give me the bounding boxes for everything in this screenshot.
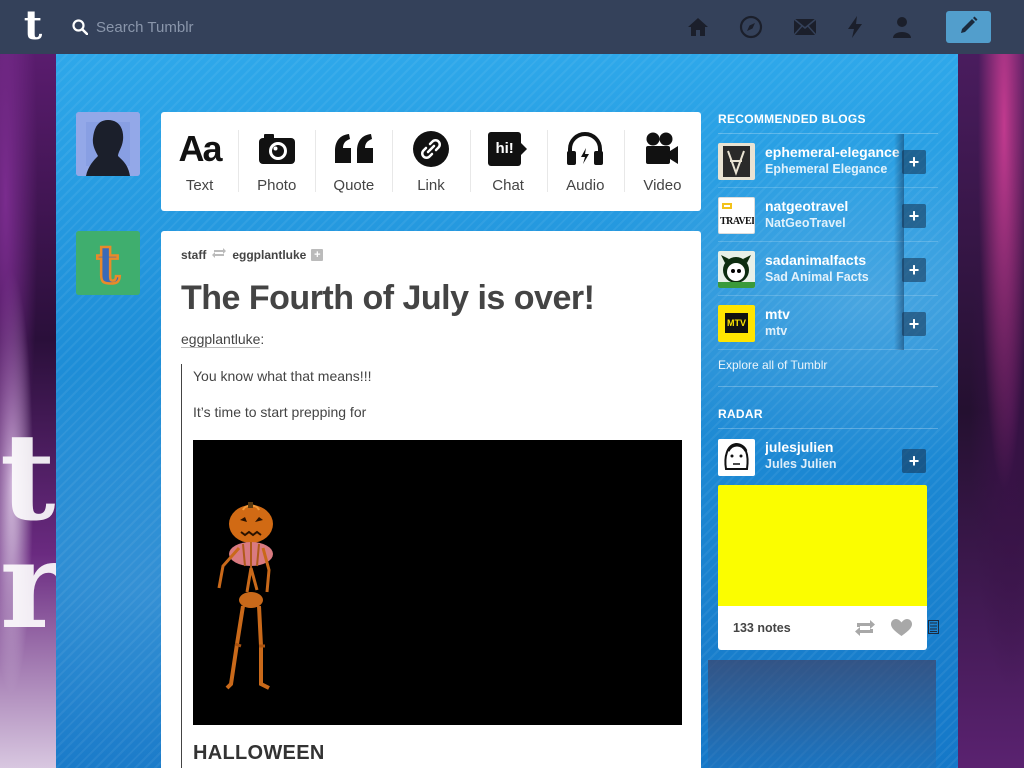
recommended-blog-item[interactable]: TRAVEL natgeotravel NatGeoTravel + [718, 188, 938, 242]
blog-name[interactable]: mtv [765, 306, 901, 322]
home-icon[interactable] [686, 15, 710, 39]
reblog-small-icon [211, 247, 227, 262]
svg-text:t: t [96, 235, 120, 295]
dancing-skeleton-gif[interactable] [193, 440, 682, 725]
quote-line: It’s time to start prepping for [193, 404, 367, 420]
post-type-label: Chat [492, 177, 524, 194]
post-type-photo[interactable]: Photo [238, 112, 315, 211]
headphones-icon [566, 130, 604, 168]
post-type-link[interactable]: Link [392, 112, 469, 211]
post-type-chat[interactable]: hi! Chat [469, 112, 547, 211]
blog-avatar[interactable]: TRAVEL [718, 197, 755, 234]
post-type-label: Text [185, 177, 214, 194]
blog-title: NatGeoTravel [765, 216, 846, 230]
user-avatar[interactable] [76, 112, 140, 176]
blog-avatar[interactable] [718, 251, 755, 288]
chat-icon: hi! [488, 130, 528, 168]
pencil-icon [959, 15, 979, 40]
blog-title: Sad Animal Facts [765, 270, 869, 284]
explore-all-link[interactable]: Explore all of Tumblr [718, 350, 938, 387]
post-header: staff eggplantluke + [181, 247, 324, 262]
blog-name[interactable]: ephemeral-elegance [765, 144, 901, 160]
post-source: eggplantluke: [181, 331, 265, 348]
blog-title: mtv [765, 324, 788, 338]
reblog-icon[interactable] [854, 619, 876, 642]
blog-avatar[interactable] [718, 143, 755, 180]
follow-button[interactable]: + [902, 312, 926, 336]
follow-plus-icon[interactable]: + [311, 248, 324, 261]
link-icon [412, 130, 449, 168]
blog-name[interactable]: sadanimalfacts [765, 252, 901, 268]
radar-post-image[interactable] [718, 485, 927, 606]
heart-like-icon[interactable] [891, 619, 912, 642]
search-box [66, 12, 326, 42]
post-type-label: Link [417, 177, 445, 194]
search-input[interactable] [96, 12, 326, 42]
video-camera-icon [644, 130, 680, 168]
post-type-label: Video [643, 177, 682, 194]
radar-title: RADAR [718, 401, 938, 429]
post-type-video[interactable]: Video [623, 112, 701, 211]
follow-button[interactable]: + [902, 204, 926, 228]
post-type-label: Quote [333, 177, 375, 194]
recommended-blog-item[interactable]: MTV mtv mtv + [718, 296, 938, 350]
background-left-art: tr [0, 54, 63, 768]
activity-lightning-icon[interactable] [843, 15, 867, 39]
recommended-blogs-title: RECOMMENDED BLOGS [718, 106, 938, 134]
text-icon: Aa [178, 128, 223, 169]
radar-post-footer: 133 notes [718, 606, 939, 650]
blog-avatar[interactable] [718, 439, 755, 476]
follow-button[interactable]: + [902, 449, 926, 473]
background-right-art [958, 54, 1024, 768]
reblogged-from-link[interactable]: eggplantluke [232, 248, 306, 262]
recommended-blog-item[interactable]: ephemeral-elegance Ephemeral Elegance + [718, 134, 938, 188]
post-source-link[interactable]: eggplantluke [181, 331, 261, 348]
top-navigation-bar: t [0, 0, 1024, 54]
post-type-label: Audio [566, 177, 605, 194]
notes-count[interactable]: 133 notes [733, 621, 791, 635]
explore-compass-icon[interactable] [739, 15, 763, 39]
tumblr-logo[interactable]: t [18, 6, 48, 46]
sidebar: RECOMMENDED BLOGS ephemeral-elegance Eph… [718, 106, 939, 650]
recommended-blog-item[interactable]: sadanimalfacts Sad Animal Facts + [718, 242, 938, 296]
blog-title: Jules Julien [765, 457, 837, 471]
post-type-audio[interactable]: Audio [546, 112, 624, 211]
account-person-icon[interactable] [890, 15, 914, 39]
post-type-label: Photo [257, 177, 297, 194]
blog-name[interactable]: natgeotravel [765, 198, 901, 214]
reblog-quote: You know what that means!!! It’s time to… [181, 364, 682, 768]
post-type-bar: Aa Text Photo Quote Link hi! Chat Audio … [161, 112, 701, 211]
post-title: The Fourth of July is over! [181, 279, 595, 317]
sidebar-bottom-panel [708, 660, 936, 768]
background-letter: tr [0, 407, 64, 656]
post-type-quote[interactable]: Quote [315, 112, 392, 211]
radar-blog-item[interactable]: julesjulien Jules Julien + [718, 429, 938, 485]
inbox-envelope-icon[interactable] [793, 15, 817, 39]
blog-avatar[interactable]: MTV [718, 305, 755, 342]
search-icon [72, 19, 89, 36]
follow-button[interactable]: + [902, 150, 926, 174]
compose-post-button[interactable] [946, 11, 991, 43]
dashboard-post: staff eggplantluke + The Fourth of July … [161, 231, 701, 768]
keyboard-icon [928, 620, 939, 639]
quote-icon [333, 130, 375, 168]
camera-icon [258, 130, 296, 168]
staff-avatar[interactable]: t [76, 231, 140, 295]
post-type-text[interactable]: Aa Text [161, 112, 238, 211]
post-author-link[interactable]: staff [181, 248, 206, 262]
post-source-colon: : [260, 331, 265, 347]
post-heading: HALLOWEEN [193, 742, 325, 764]
blog-name[interactable]: julesjulien [765, 439, 901, 455]
blog-title: Ephemeral Elegance [765, 162, 888, 176]
quote-line: You know what that means!!! [193, 368, 372, 384]
follow-button[interactable]: + [902, 258, 926, 282]
